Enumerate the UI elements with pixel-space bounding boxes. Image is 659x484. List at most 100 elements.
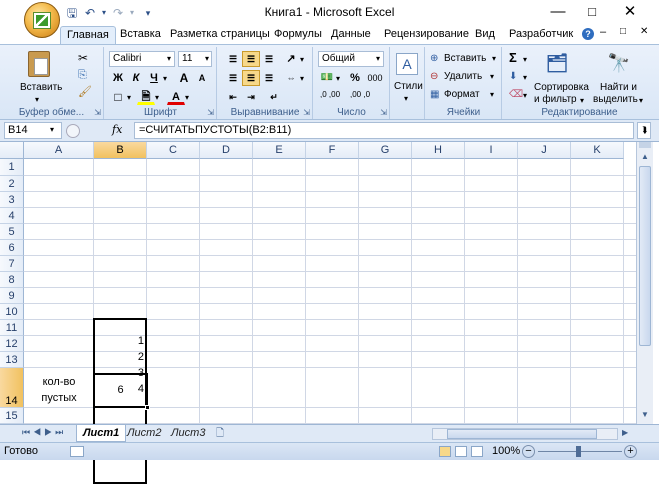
row-header-1[interactable]: 1 xyxy=(0,159,24,176)
font-color-dropdown-icon[interactable]: ▾ xyxy=(185,92,189,104)
styles-icon[interactable]: A xyxy=(396,53,418,75)
increase-indent-icon[interactable]: ⇥ xyxy=(242,89,260,105)
close-icon[interactable]: ✕ xyxy=(616,3,644,21)
clear-dropdown-icon[interactable]: ▾ xyxy=(523,90,527,102)
number-launcher-icon[interactable]: ⇲ xyxy=(380,108,387,117)
select-all-corner[interactable] xyxy=(0,142,24,159)
merge-cells-icon[interactable]: ⇔ xyxy=(282,70,300,86)
row-header-6[interactable]: 6 xyxy=(0,240,24,256)
format-cells-dropdown-icon[interactable]: ▾ xyxy=(490,89,494,101)
tab-data[interactable]: Данные xyxy=(325,26,377,44)
column-header-f[interactable]: F xyxy=(306,142,359,159)
delete-cells-dropdown-icon[interactable]: ▾ xyxy=(490,71,494,83)
row-header-15[interactable]: 15 xyxy=(0,408,24,424)
row-header-7[interactable]: 7 xyxy=(0,256,24,272)
currency-icon[interactable]: 💵 xyxy=(318,70,336,86)
save-icon[interactable]: 🖫 xyxy=(64,6,80,20)
row-header-10[interactable]: 10 xyxy=(0,304,24,320)
fill-dropdown-icon[interactable]: ▾ xyxy=(523,72,527,84)
horizontal-scrollbar[interactable] xyxy=(432,428,618,440)
ribbon-close-icon[interactable]: ✕ xyxy=(640,26,648,37)
thousands-button[interactable]: 000 xyxy=(366,70,384,86)
format-painter-icon[interactable]: 🖌 xyxy=(78,86,92,98)
column-header-i[interactable]: I xyxy=(465,142,518,159)
ribbon-minimize-icon[interactable]: – xyxy=(600,26,606,38)
styles-button[interactable]: Стили xyxy=(394,81,423,93)
paste-dropdown-icon[interactable]: ▾ xyxy=(35,94,39,106)
sort-filter-button[interactable]: Сортировка xyxy=(534,82,589,94)
copy-icon[interactable]: ⎘ xyxy=(78,69,87,81)
zoom-level[interactable]: 100% xyxy=(492,445,520,457)
column-header-e[interactable]: E xyxy=(253,142,306,159)
row-header-2[interactable]: 2 xyxy=(0,176,24,192)
align-top-icon[interactable]: ☰ xyxy=(224,51,242,67)
tab-insert[interactable]: Вставка xyxy=(114,26,167,44)
sheet-tab-2[interactable]: Лист2 xyxy=(122,426,166,441)
scroll-right-icon[interactable]: ▶ xyxy=(622,428,628,437)
insert-cells-button[interactable]: Вставить xyxy=(444,53,486,65)
scroll-thumb[interactable] xyxy=(639,166,651,346)
column-header-a[interactable]: A xyxy=(24,142,94,159)
align-left-icon[interactable]: ☰ xyxy=(224,70,242,86)
underline-dropdown-icon[interactable]: ▾ xyxy=(163,73,167,85)
column-header-h[interactable]: H xyxy=(412,142,465,159)
decrease-indent-icon[interactable]: ⇤ xyxy=(224,89,242,105)
fill-handle[interactable] xyxy=(145,405,150,410)
clipboard-launcher-icon[interactable]: ⇲ xyxy=(94,108,101,117)
insert-sheet-icon[interactable]: 🗋 xyxy=(212,426,228,440)
active-cell-b14[interactable]: 6 xyxy=(93,373,150,410)
align-center-icon[interactable]: ☰ xyxy=(242,70,260,86)
column-header-c[interactable]: C xyxy=(147,142,200,159)
split-box[interactable] xyxy=(639,142,651,148)
row-header-9[interactable]: 9 xyxy=(0,288,24,304)
zoom-in-icon[interactable]: + xyxy=(624,445,637,458)
find-select-button[interactable]: Найти и xyxy=(600,82,637,94)
tab-home[interactable]: Главная xyxy=(60,26,116,44)
borders-icon[interactable]: □ xyxy=(109,89,127,105)
column-header-j[interactable]: J xyxy=(518,142,571,159)
orientation-icon[interactable]: ↗ xyxy=(282,51,300,67)
worksheet-grid[interactable]: ABCDEFGHIJK 1 2 3 4 5 6 7 8 9 10 11 12 13 14 15 1 2 3 … xyxy=(0,142,636,484)
binoculars-icon[interactable]: 🔭 xyxy=(606,51,632,75)
sheet-tab-1[interactable]: Лист1 xyxy=(76,425,127,442)
sort-filter-icon[interactable]: 🗂 xyxy=(545,51,569,75)
tab-review[interactable]: Рецензирование xyxy=(378,26,475,44)
alignment-launcher-icon[interactable]: ⇲ xyxy=(303,108,310,117)
page-layout-view-icon[interactable] xyxy=(455,446,467,457)
format-cells-icon[interactable]: ▦ xyxy=(430,89,439,101)
align-middle-icon[interactable]: ☰ xyxy=(242,51,260,67)
font-size-dropdown-icon[interactable]: ▾ xyxy=(205,53,209,65)
increase-decimal-button[interactable]: ,0 ,00 xyxy=(320,91,346,99)
sheet-tab-3[interactable]: Лист3 xyxy=(166,426,210,441)
clear-icon[interactable]: ⌫ xyxy=(509,89,523,101)
scroll-up-icon[interactable]: ▲ xyxy=(638,150,652,164)
ribbon-restore-icon[interactable]: □ xyxy=(620,26,626,37)
fill-color-icon[interactable]: 🗎 xyxy=(137,89,155,105)
insert-cells-dropdown-icon[interactable]: ▾ xyxy=(492,53,496,65)
help-icon[interactable]: ? xyxy=(582,28,594,40)
number-format-dropdown-icon[interactable]: ▾ xyxy=(376,53,380,65)
page-break-view-icon[interactable] xyxy=(471,446,483,457)
column-header-d[interactable]: D xyxy=(200,142,253,159)
formula-input[interactable]: =СЧИТАТЬПУСТОТЫ(B2:B11) xyxy=(134,122,634,139)
fill-color-dropdown-icon[interactable]: ▾ xyxy=(155,92,159,104)
row-header-13[interactable]: 13 xyxy=(0,352,24,368)
macro-record-icon[interactable] xyxy=(70,446,84,457)
office-button[interactable] xyxy=(24,2,60,38)
italic-button[interactable]: К xyxy=(127,70,145,86)
cut-icon[interactable]: ✂ xyxy=(78,52,88,64)
format-cells-button[interactable]: Формат xyxy=(444,89,480,101)
autosum-dropdown-icon[interactable]: ▾ xyxy=(523,54,527,66)
wrap-text-icon[interactable]: ↵ xyxy=(262,89,286,105)
font-name-dropdown-icon[interactable]: ▾ xyxy=(167,53,171,65)
align-right-icon[interactable]: ☰ xyxy=(260,70,278,86)
bold-button[interactable]: Ж xyxy=(109,70,127,86)
orientation-dropdown-icon[interactable]: ▾ xyxy=(300,54,304,66)
redo-dropdown-icon[interactable]: ▾ xyxy=(124,6,140,20)
font-color-icon[interactable]: A xyxy=(167,89,185,105)
tab-developer[interactable]: Разработчик xyxy=(503,26,579,44)
find-select-button-line2[interactable]: выделить xyxy=(593,94,638,106)
maximize-icon[interactable]: □ xyxy=(578,3,606,21)
row-header-11[interactable]: 11 xyxy=(0,320,24,336)
zoom-slider-thumb[interactable] xyxy=(576,446,581,457)
